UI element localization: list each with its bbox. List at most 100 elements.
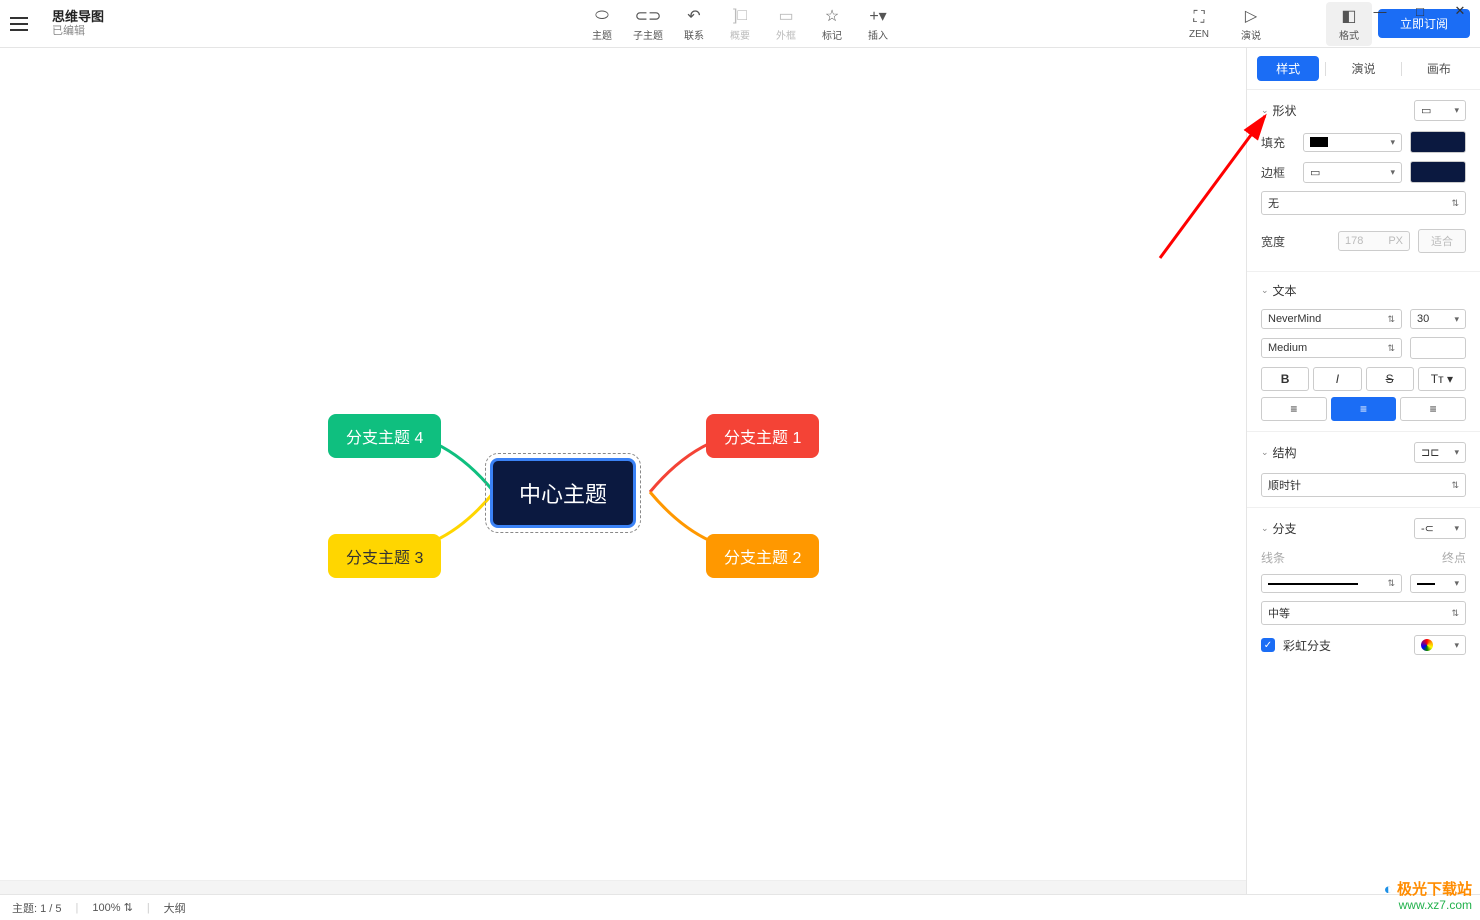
subtopic-icon: ⊂⊃	[635, 6, 662, 26]
relation-icon: ↶	[687, 6, 700, 26]
width-label: 宽度	[1261, 233, 1295, 250]
rainbow-label: 彩虹分支	[1283, 637, 1331, 654]
shape-header[interactable]: ⌄ 形状 ▭▾	[1261, 100, 1466, 121]
boundary-button[interactable]: ▭ 外框	[763, 2, 809, 46]
topic-icon: ⬭	[595, 6, 609, 26]
tab-style[interactable]: 样式	[1257, 56, 1319, 81]
tab-sep	[1325, 62, 1326, 76]
align-center-button[interactable]: ≡	[1331, 397, 1397, 421]
chevron-down-icon: ⌄	[1261, 523, 1269, 534]
maximize-button[interactable]: □	[1400, 0, 1440, 25]
window-controls: — □ ✕	[1360, 0, 1480, 25]
structure-shape-select[interactable]: ⊐⊏▾	[1414, 442, 1466, 463]
width-input[interactable]: 178PX	[1338, 231, 1410, 251]
main: 中心主题 分支主题 4 分支主题 1 分支主题 3 分支主题 2 样式 演说 画…	[0, 48, 1480, 894]
summary-button[interactable]: ]□ 概要	[717, 2, 763, 46]
canvas[interactable]: 中心主题 分支主题 4 分支主题 1 分支主题 3 分支主题 2	[0, 48, 1246, 894]
menu-icon[interactable]	[10, 12, 34, 36]
border-label: 边框	[1261, 164, 1295, 181]
shape-select[interactable]: ▭▾	[1414, 100, 1466, 121]
insert-button[interactable]: +▾ 插入	[855, 2, 901, 46]
marker-icon: ☆	[825, 6, 839, 26]
align-group: ≡ ≡ ≡	[1261, 397, 1466, 421]
center-topic[interactable]: 中心主题	[490, 458, 636, 528]
format-icon: ◧	[1341, 6, 1356, 26]
text-style-group: B I S Tт ▾	[1261, 367, 1466, 391]
relation-button[interactable]: ↶ 联系	[671, 2, 717, 46]
text-case-button[interactable]: Tт ▾	[1418, 367, 1466, 391]
branch-topic-3[interactable]: 分支主题 3	[328, 534, 441, 578]
bold-button[interactable]: B	[1261, 367, 1309, 391]
present-icon: ▷	[1245, 6, 1257, 26]
font-select[interactable]: NeverMind⇅	[1261, 309, 1402, 329]
chevron-down-icon: ⌄	[1261, 285, 1269, 296]
boundary-icon: ▭	[778, 6, 793, 26]
present-button[interactable]: ▷ 演说	[1228, 2, 1274, 46]
h-scrollbar[interactable]	[0, 880, 1246, 894]
minimize-button[interactable]: —	[1360, 0, 1400, 25]
insert-icon: +▾	[869, 6, 886, 26]
rainbow-palette-select[interactable]: ▾	[1414, 635, 1466, 655]
topic-count: 主题: 1 / 5	[12, 900, 62, 916]
structure-icon: ⊐⊏	[1421, 446, 1439, 459]
fill-select[interactable]: ▾	[1303, 133, 1402, 152]
doc-status: 已编辑	[52, 25, 104, 38]
rect-icon: ▭	[1310, 166, 1320, 179]
zen-icon: ⛶	[1193, 8, 1204, 28]
section-shape: ⌄ 形状 ▭▾ 填充 ▾ 边框 ▭▾ 无⇅	[1247, 90, 1480, 272]
font-weight-select[interactable]: Medium⇅	[1261, 338, 1402, 358]
fill-color[interactable]	[1410, 131, 1466, 153]
toolbar-center: ⬭ 主题 ⊂⊃ 子主题 ↶ 联系 ]□ 概要 ▭ 外框 ☆ 标记	[579, 2, 901, 46]
line-label: 线条	[1261, 549, 1434, 566]
section-structure: ⌄ 结构 ⊐⊏▾ 顺时针⇅	[1247, 432, 1480, 508]
tab-canvas[interactable]: 画布	[1408, 56, 1470, 81]
doc-title: 思维导图	[52, 9, 104, 25]
branch-header[interactable]: ⌄ 分支 -⊂▾	[1261, 518, 1466, 539]
tab-sep	[1401, 62, 1402, 76]
branch-topic-1[interactable]: 分支主题 1	[706, 414, 819, 458]
panel-tabs: 样式 演说 画布	[1247, 48, 1480, 90]
border-color[interactable]	[1410, 161, 1466, 183]
marker-button[interactable]: ☆ 标记	[809, 2, 855, 46]
branch-topic-4[interactable]: 分支主题 4	[328, 414, 441, 458]
text-header[interactable]: ⌄ 文本	[1261, 282, 1466, 299]
italic-button[interactable]: I	[1313, 367, 1361, 391]
chevron-down-icon: ⌄	[1261, 447, 1269, 458]
rainbow-checkbox[interactable]: ✓	[1261, 638, 1275, 652]
structure-header[interactable]: ⌄ 结构 ⊐⊏▾	[1261, 442, 1466, 463]
align-left-button[interactable]: ≡	[1261, 397, 1327, 421]
strike-button[interactable]: S	[1366, 367, 1414, 391]
branch-topic-2[interactable]: 分支主题 2	[706, 534, 819, 578]
fill-label: 填充	[1261, 134, 1295, 151]
outline-button[interactable]: 大纲	[164, 900, 186, 916]
section-text: ⌄ 文本 NeverMind⇅ 30▾ Medium⇅ B I S Tт ▾	[1247, 272, 1480, 432]
title-block: 思维导图 已编辑	[52, 9, 104, 38]
palette-icon	[1421, 639, 1433, 651]
zoom-level[interactable]: 100% ⇅	[92, 901, 132, 914]
tab-present[interactable]: 演说	[1332, 56, 1394, 81]
branch-icon: -⊂	[1421, 522, 1434, 535]
rounded-rect-icon: ▭	[1421, 104, 1431, 117]
topbar: 思维导图 已编辑 ⬭ 主题 ⊂⊃ 子主题 ↶ 联系 ]□ 概要 ▭ 外框	[0, 0, 1480, 48]
chevron-down-icon: ⌄	[1261, 105, 1269, 116]
zen-button[interactable]: ⛶ ZEN	[1176, 2, 1222, 46]
summary-icon: ]□	[733, 6, 747, 26]
font-size-select[interactable]: 30▾	[1410, 309, 1466, 329]
align-right-button[interactable]: ≡	[1400, 397, 1466, 421]
format-panel: 样式 演说 画布 ⌄ 形状 ▭▾ 填充 ▾	[1246, 48, 1480, 894]
line-thickness-select[interactable]: ⇅	[1261, 574, 1402, 593]
close-button[interactable]: ✕	[1440, 0, 1480, 25]
statusbar: 主题: 1 / 5 | 100% ⇅ | 大纲	[0, 894, 1480, 920]
endpoint-select[interactable]: ▾	[1410, 574, 1466, 593]
topic-button[interactable]: ⬭ 主题	[579, 2, 625, 46]
endpoint-label: 终点	[1442, 549, 1466, 566]
border-select[interactable]: ▭▾	[1303, 162, 1402, 183]
subtopic-button[interactable]: ⊂⊃ 子主题	[625, 2, 671, 46]
direction-select[interactable]: 顺时针⇅	[1261, 473, 1466, 497]
branch-style-select[interactable]: -⊂▾	[1414, 518, 1466, 539]
border-style-select[interactable]: 无⇅	[1261, 191, 1466, 215]
section-branch: ⌄ 分支 -⊂▾ 线条 终点 ⇅ ▾ 中等⇅ ✓ 彩虹分支 ▾	[1247, 508, 1480, 673]
text-color[interactable]	[1410, 337, 1466, 359]
line-weight-select[interactable]: 中等⇅	[1261, 601, 1466, 625]
fit-button[interactable]: 适合	[1418, 229, 1466, 253]
